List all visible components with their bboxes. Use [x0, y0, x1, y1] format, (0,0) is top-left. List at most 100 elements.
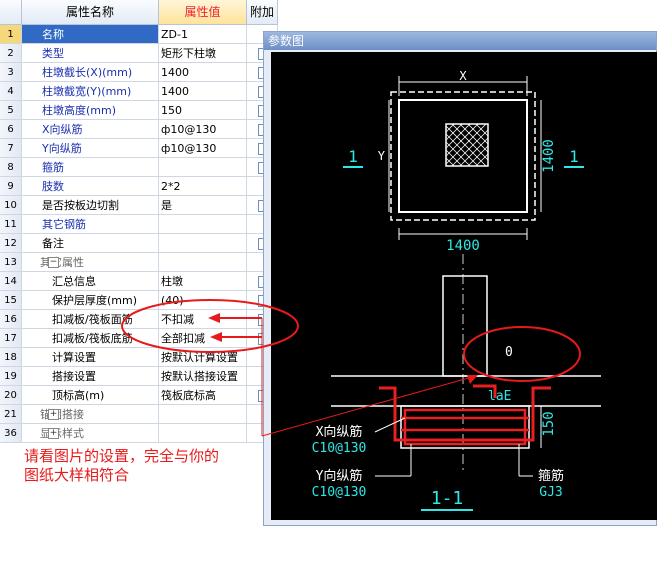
property-name[interactable]: 柱墩截宽(Y)(mm): [22, 82, 159, 101]
property-value[interactable]: 不扣减: [159, 310, 247, 329]
table-row[interactable]: 4 柱墩截宽(Y)(mm) 1400: [0, 82, 278, 101]
table-row[interactable]: 20 顶标高(m) 筏板底标高: [0, 386, 278, 405]
property-value[interactable]: 全部扣减: [159, 329, 247, 348]
property-value[interactable]: [159, 424, 247, 443]
property-name[interactable]: 肢数: [22, 177, 159, 196]
property-value[interactable]: 筏板底标高: [159, 386, 247, 405]
table-row[interactable]: 6 X向纵筋 ф10@130: [0, 120, 278, 139]
property-name[interactable]: 汇总信息: [22, 272, 159, 291]
label-lae: laE: [488, 389, 511, 404]
property-name[interactable]: + 显示样式: [22, 424, 159, 443]
property-name[interactable]: 顶标高(m): [22, 386, 159, 405]
table-row[interactable]: 13− 其它属性: [0, 253, 278, 272]
property-name[interactable]: 是否按板边切割: [22, 196, 159, 215]
table-row[interactable]: 17 扣减板/筏板底筋 全部扣减: [0, 329, 278, 348]
header-property-value[interactable]: 属性值: [159, 0, 247, 25]
row-number: 21: [0, 405, 22, 424]
table-row[interactable]: 16 扣减板/筏板面筋 不扣减: [0, 310, 278, 329]
label-x: X: [459, 69, 467, 83]
table-row[interactable]: 3 柱墩截长(X)(mm) 1400: [0, 63, 278, 82]
property-name[interactable]: 搭接设置: [22, 367, 159, 386]
table-row[interactable]: 7 Y向纵筋 ф10@130: [0, 139, 278, 158]
property-value[interactable]: 矩形下柱墩: [159, 44, 247, 63]
property-value[interactable]: (40): [159, 291, 247, 310]
property-value[interactable]: 是: [159, 196, 247, 215]
property-value[interactable]: [159, 215, 247, 234]
property-name[interactable]: 保护层厚度(mm): [22, 291, 159, 310]
section-mark-left: 1: [348, 147, 358, 166]
property-value[interactable]: 1400: [159, 82, 247, 101]
header-extra[interactable]: 附加: [247, 0, 278, 25]
property-name[interactable]: X向纵筋: [22, 120, 159, 139]
label-y-bar-spec: C10@130: [312, 485, 367, 500]
table-row[interactable]: 14 汇总信息 柱墩: [0, 272, 278, 291]
expand-icon[interactable]: +: [48, 409, 59, 420]
property-value[interactable]: 按默认计算设置: [159, 348, 247, 367]
label-zero: 0: [505, 345, 513, 360]
property-value[interactable]: ф10@130: [159, 120, 247, 139]
table-row[interactable]: 12 备注: [0, 234, 278, 253]
property-value[interactable]: [159, 158, 247, 177]
row-number: 15: [0, 291, 22, 310]
dim-x-value: 1400: [446, 238, 480, 254]
property-name-text: X向纵筋: [42, 123, 83, 136]
property-name[interactable]: 箍筋: [22, 158, 159, 177]
table-row[interactable]: 21 + 锚固搭接: [0, 405, 278, 424]
row-number: 12: [0, 234, 22, 253]
property-name[interactable]: Y向纵筋: [22, 139, 159, 158]
panel-title[interactable]: 参数图: [264, 32, 656, 50]
table-row[interactable]: 19 搭接设置 按默认搭接设置: [0, 367, 278, 386]
property-name[interactable]: 扣减板/筏板底筋: [22, 329, 159, 348]
property-value[interactable]: [159, 234, 247, 253]
table-row[interactable]: 15 保护层厚度(mm) (40): [0, 291, 278, 310]
label-x-bar: X向纵筋: [316, 424, 363, 440]
property-value[interactable]: 2*2: [159, 177, 247, 196]
property-name-text: 搭接设置: [52, 370, 96, 383]
property-value[interactable]: 1400: [159, 63, 247, 82]
property-value[interactable]: 柱墩: [159, 272, 247, 291]
diagram-canvas: X Y 1400 1400 1 1 0 laE 150 X向纵筋 C10@130…: [271, 52, 657, 520]
table-row[interactable]: 36 + 显示样式: [0, 424, 278, 443]
table-row[interactable]: 11 其它钢筋: [0, 215, 278, 234]
property-value[interactable]: ф10@130: [159, 139, 247, 158]
property-name[interactable]: 名称: [22, 25, 159, 44]
label-x-bar-spec: C10@130: [312, 441, 367, 456]
property-value[interactable]: 150: [159, 101, 247, 120]
property-value[interactable]: ZD-1: [159, 25, 247, 44]
label-y: Y: [378, 149, 386, 163]
header-property-name[interactable]: 属性名称: [22, 0, 159, 25]
plan-outline: [398, 99, 528, 213]
expand-icon[interactable]: +: [48, 428, 59, 439]
table-row[interactable]: 8 箍筋: [0, 158, 278, 177]
property-value[interactable]: [159, 253, 247, 272]
section-name: 1-1: [431, 488, 464, 509]
property-name[interactable]: − 其它属性: [22, 253, 159, 272]
row-number: 17: [0, 329, 22, 348]
property-name[interactable]: 备注: [22, 234, 159, 253]
collapse-icon[interactable]: −: [48, 257, 59, 268]
table-row[interactable]: 5 柱墩高度(mm) 150: [0, 101, 278, 120]
property-name[interactable]: 其它钢筋: [22, 215, 159, 234]
property-name[interactable]: + 锚固搭接: [22, 405, 159, 424]
row-number: 11: [0, 215, 22, 234]
row-number: 3: [0, 63, 22, 82]
table-row[interactable]: 9 肢数 2*2: [0, 177, 278, 196]
property-name-text: 扣减板/筏板底筋: [52, 332, 133, 345]
row-number: 16: [0, 310, 22, 329]
table-row[interactable]: 18 计算设置 按默认计算设置: [0, 348, 278, 367]
property-name[interactable]: 柱墩截长(X)(mm): [22, 63, 159, 82]
table-row[interactable]: 10 是否按板边切割 是: [0, 196, 278, 215]
property-name[interactable]: 扣减板/筏板面筋: [22, 310, 159, 329]
row-number: 2: [0, 44, 22, 63]
annotation-line-2: 图纸大样相符合: [24, 466, 130, 484]
table-row[interactable]: 2 类型 矩形下柱墩: [0, 44, 278, 63]
property-name[interactable]: 类型: [22, 44, 159, 63]
property-value[interactable]: 按默认搭接设置: [159, 367, 247, 386]
property-name-text: 箍筋: [42, 161, 64, 174]
table-row[interactable]: 1 名称 ZD-1: [0, 25, 278, 44]
property-name[interactable]: 计算设置: [22, 348, 159, 367]
column-hatch: [445, 123, 489, 167]
property-value[interactable]: [159, 405, 247, 424]
property-name-text: 柱墩截长(X)(mm): [42, 66, 133, 79]
property-name[interactable]: 柱墩高度(mm): [22, 101, 159, 120]
